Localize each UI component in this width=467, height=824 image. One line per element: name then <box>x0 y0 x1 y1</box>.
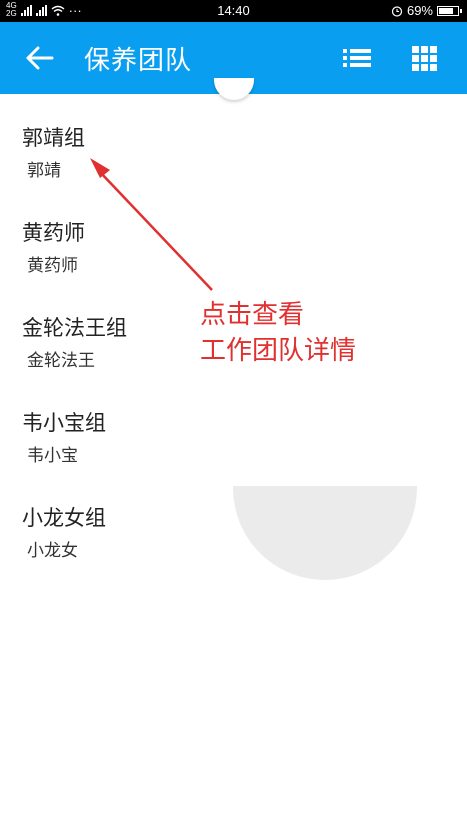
team-leader: 金轮法王 <box>27 351 95 371</box>
team-name: 韦小宝组 <box>22 411 106 435</box>
team-list-item[interactable]: 郭靖组 郭靖 <box>0 94 467 189</box>
battery-percent: 69% <box>406 3 433 18</box>
annotation-line-2: 工作团队详情 <box>200 336 357 366</box>
team-name: 金轮法王组 <box>22 316 127 340</box>
team-leader: 郭靖 <box>27 161 61 181</box>
team-leader: 韦小宝 <box>27 446 78 466</box>
team-name: 黄药师 <box>22 221 85 245</box>
annotation-line-1: 点击查看 <box>200 300 305 330</box>
list-view-icon[interactable] <box>342 46 372 70</box>
team-leader: 黄药师 <box>27 256 78 276</box>
back-arrow-icon[interactable] <box>26 46 56 70</box>
status-right-group: 69% <box>391 3 462 18</box>
team-list-item[interactable]: 黄药师 黄药师 <box>0 189 467 284</box>
annotation-callout: 点击查看 工作团队详情 <box>200 297 356 369</box>
page-title: 保养团队 <box>84 46 193 76</box>
team-name: 小龙女组 <box>22 506 106 530</box>
team-leader: 小龙女 <box>27 541 78 561</box>
grid-view-icon[interactable] <box>411 45 437 71</box>
team-list-item[interactable]: 韦小宝组 韦小宝 <box>0 379 467 474</box>
battery-icon <box>437 5 462 16</box>
team-list-item[interactable]: 小龙女组 小龙女 <box>0 474 467 569</box>
alarm-icon <box>391 5 403 17</box>
status-bar: 4G 2G ··· 14:40 69% <box>0 0 467 22</box>
team-name: 郭靖组 <box>22 126 85 150</box>
